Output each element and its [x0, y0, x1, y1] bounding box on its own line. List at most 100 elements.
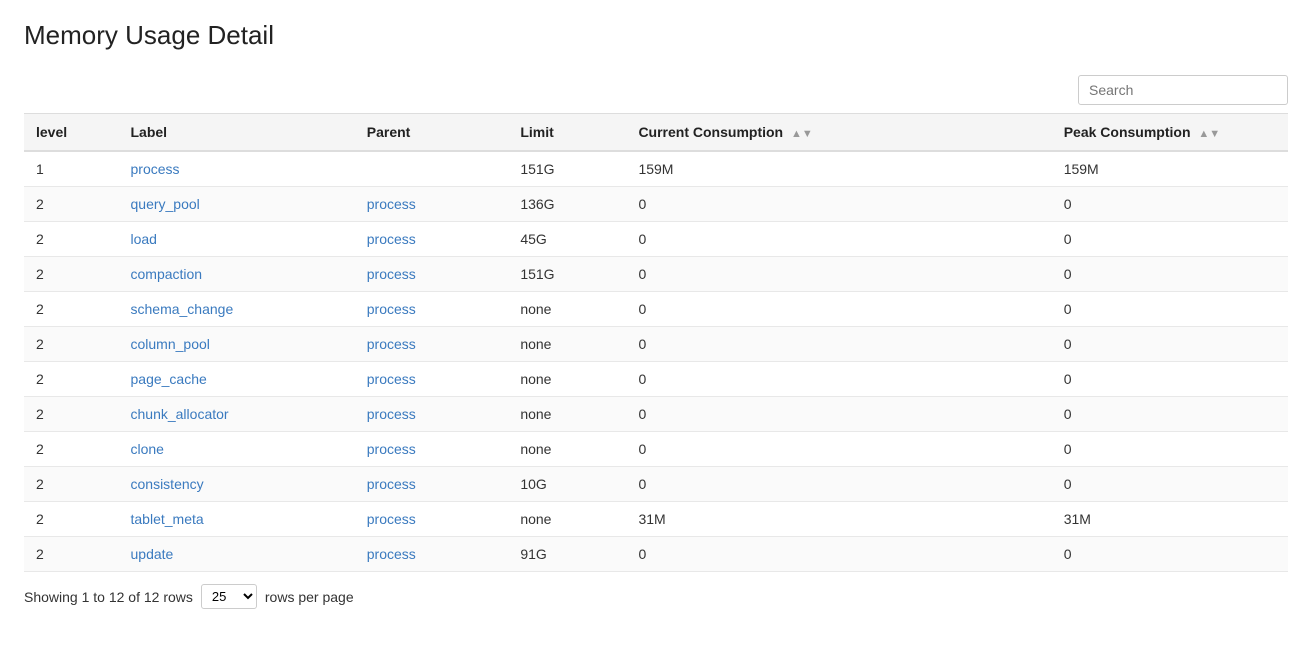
cell-peak: 0	[1052, 467, 1288, 502]
col-header-level: level	[24, 114, 119, 152]
cell-limit: 151G	[508, 257, 626, 292]
cell-parent[interactable]: process	[355, 362, 509, 397]
cell-label[interactable]: clone	[119, 432, 355, 467]
cell-current: 0	[626, 327, 1051, 362]
cell-limit: none	[508, 397, 626, 432]
rows-per-page-label: rows per page	[265, 589, 354, 605]
col-header-peak[interactable]: Peak Consumption ▲▼	[1052, 114, 1288, 152]
cell-parent[interactable]: process	[355, 432, 509, 467]
cell-level: 2	[24, 187, 119, 222]
cell-current: 0	[626, 467, 1051, 502]
table-header-row: level Label Parent Limit Current Consump…	[24, 114, 1288, 152]
cell-label[interactable]: tablet_meta	[119, 502, 355, 537]
cell-label[interactable]: column_pool	[119, 327, 355, 362]
cell-parent[interactable]: process	[355, 537, 509, 572]
sort-icon-current: ▲▼	[791, 128, 813, 140]
cell-level: 2	[24, 467, 119, 502]
cell-label[interactable]: load	[119, 222, 355, 257]
cell-parent[interactable]: process	[355, 397, 509, 432]
cell-level: 2	[24, 292, 119, 327]
cell-limit: 151G	[508, 151, 626, 187]
table-row: 2cloneprocessnone00	[24, 432, 1288, 467]
cell-peak: 0	[1052, 362, 1288, 397]
search-input[interactable]	[1078, 75, 1288, 105]
table-row: 2consistencyprocess10G00	[24, 467, 1288, 502]
cell-parent[interactable]: process	[355, 187, 509, 222]
cell-peak: 0	[1052, 397, 1288, 432]
cell-peak: 31M	[1052, 502, 1288, 537]
cell-limit: none	[508, 432, 626, 467]
cell-limit: none	[508, 362, 626, 397]
cell-parent[interactable]: process	[355, 257, 509, 292]
cell-limit: none	[508, 327, 626, 362]
cell-label[interactable]: process	[119, 151, 355, 187]
cell-peak: 0	[1052, 432, 1288, 467]
cell-level: 2	[24, 222, 119, 257]
cell-limit: none	[508, 502, 626, 537]
cell-current: 0	[626, 187, 1051, 222]
showing-text: Showing 1 to 12 of 12 rows	[24, 589, 193, 605]
col-header-parent: Parent	[355, 114, 509, 152]
cell-level: 2	[24, 257, 119, 292]
col-header-limit: Limit	[508, 114, 626, 152]
cell-parent[interactable]: process	[355, 502, 509, 537]
cell-limit: 91G	[508, 537, 626, 572]
cell-peak: 0	[1052, 292, 1288, 327]
cell-current: 159M	[626, 151, 1051, 187]
col-header-label: Label	[119, 114, 355, 152]
cell-peak: 159M	[1052, 151, 1288, 187]
cell-parent[interactable]: process	[355, 467, 509, 502]
cell-current: 0	[626, 432, 1051, 467]
cell-parent	[355, 151, 509, 187]
cell-parent[interactable]: process	[355, 327, 509, 362]
cell-limit: none	[508, 292, 626, 327]
cell-level: 2	[24, 537, 119, 572]
table-row: 2chunk_allocatorprocessnone00	[24, 397, 1288, 432]
cell-level: 2	[24, 327, 119, 362]
toolbar	[24, 75, 1288, 105]
cell-peak: 0	[1052, 222, 1288, 257]
cell-label[interactable]: update	[119, 537, 355, 572]
table-row: 2page_cacheprocessnone00	[24, 362, 1288, 397]
col-header-current[interactable]: Current Consumption ▲▼	[626, 114, 1051, 152]
table-row: 2tablet_metaprocessnone31M31M	[24, 502, 1288, 537]
table-row: 2schema_changeprocessnone00	[24, 292, 1288, 327]
cell-current: 0	[626, 292, 1051, 327]
cell-current: 0	[626, 222, 1051, 257]
table-footer: Showing 1 to 12 of 12 rows 10 25 50 100 …	[24, 584, 1288, 609]
cell-level: 2	[24, 502, 119, 537]
table-row: 2loadprocess45G00	[24, 222, 1288, 257]
cell-label[interactable]: query_pool	[119, 187, 355, 222]
rows-per-page-select[interactable]: 10 25 50 100	[201, 584, 257, 609]
page-title: Memory Usage Detail	[24, 20, 1288, 51]
cell-limit: 45G	[508, 222, 626, 257]
table-row: 2updateprocess91G00	[24, 537, 1288, 572]
cell-level: 1	[24, 151, 119, 187]
cell-label[interactable]: compaction	[119, 257, 355, 292]
cell-current: 31M	[626, 502, 1051, 537]
cell-limit: 136G	[508, 187, 626, 222]
cell-label[interactable]: chunk_allocator	[119, 397, 355, 432]
cell-label[interactable]: consistency	[119, 467, 355, 502]
table-row: 2compactionprocess151G00	[24, 257, 1288, 292]
cell-limit: 10G	[508, 467, 626, 502]
cell-label[interactable]: page_cache	[119, 362, 355, 397]
cell-peak: 0	[1052, 327, 1288, 362]
cell-current: 0	[626, 397, 1051, 432]
sort-icon-peak: ▲▼	[1198, 128, 1220, 140]
cell-level: 2	[24, 397, 119, 432]
cell-parent[interactable]: process	[355, 222, 509, 257]
table-row: 1process151G159M159M	[24, 151, 1288, 187]
cell-parent[interactable]: process	[355, 292, 509, 327]
cell-peak: 0	[1052, 257, 1288, 292]
data-table: level Label Parent Limit Current Consump…	[24, 113, 1288, 572]
cell-label[interactable]: schema_change	[119, 292, 355, 327]
cell-current: 0	[626, 362, 1051, 397]
cell-current: 0	[626, 257, 1051, 292]
cell-level: 2	[24, 432, 119, 467]
table-row: 2query_poolprocess136G00	[24, 187, 1288, 222]
cell-peak: 0	[1052, 537, 1288, 572]
table-row: 2column_poolprocessnone00	[24, 327, 1288, 362]
cell-peak: 0	[1052, 187, 1288, 222]
cell-current: 0	[626, 537, 1051, 572]
